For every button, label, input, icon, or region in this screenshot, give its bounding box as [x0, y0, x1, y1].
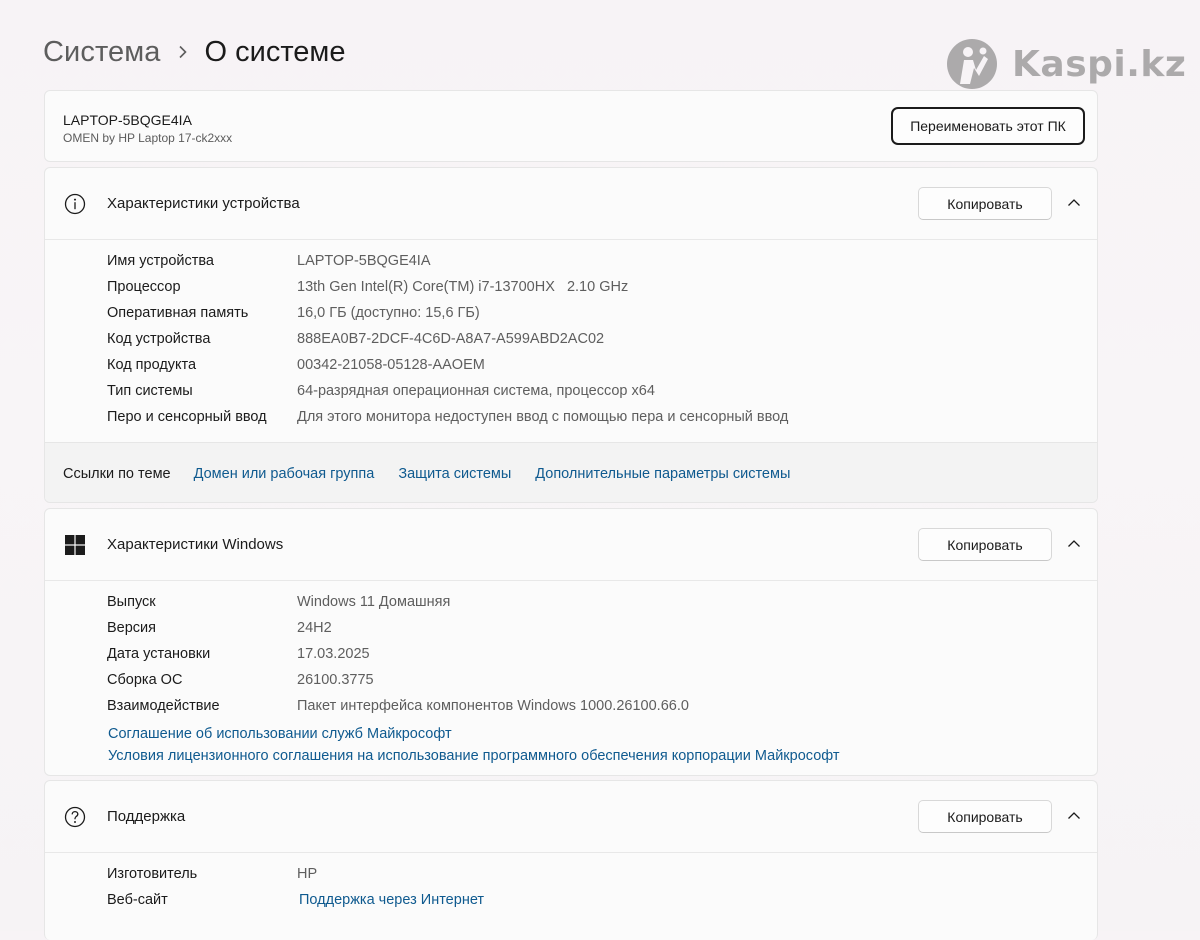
spec-row: Код продукта 00342-21058-05128-AAOEM	[107, 352, 788, 378]
spec-label: Оперативная память	[107, 305, 249, 321]
spec-row: Код устройства 888EA0B7-2DCF-4C6D-A8A7-A…	[107, 326, 788, 352]
spec-value: 00342-21058-05128-AAOEM	[297, 357, 485, 373]
spec-row: Перо и сенсорный ввод Для этого монитора…	[107, 404, 788, 430]
chevron-up-icon[interactable]	[1063, 805, 1085, 827]
spec-row: Сборка ОС 26100.3775	[107, 667, 689, 693]
spec-label: Сборка ОС	[107, 672, 183, 688]
spec-row: Тип системы 64-разрядная операционная си…	[107, 378, 788, 404]
spec-label: Изготовитель	[107, 866, 198, 882]
spec-value: Пакет интерфейса компонентов Windows 100…	[297, 698, 689, 714]
support-card: Поддержка Копировать Изготовитель HP Веб…	[44, 780, 1098, 940]
chevron-up-icon[interactable]	[1063, 192, 1085, 214]
device-specs-header[interactable]: Характеристики устройства Копировать	[45, 168, 1097, 240]
advanced-system-settings-link[interactable]: Дополнительные параметры системы	[535, 466, 790, 482]
windows-specs-card: Характеристики Windows Копировать Выпуск…	[44, 508, 1098, 776]
spec-label: Перо и сенсорный ввод	[107, 409, 267, 425]
domain-workgroup-link[interactable]: Домен или рабочая группа	[194, 466, 375, 482]
spec-value: 16,0 ГБ (доступно: 15,6 ГБ)	[297, 305, 480, 321]
windows-logo-icon	[63, 533, 87, 557]
spec-value: 888EA0B7-2DCF-4C6D-A8A7-A599ABD2AC02	[297, 331, 605, 347]
chevron-up-icon[interactable]	[1063, 533, 1085, 555]
related-links-title: Ссылки по теме	[63, 465, 171, 482]
kaspi-logo-icon	[947, 39, 997, 89]
copy-device-specs-button[interactable]: Копировать	[918, 187, 1052, 220]
spec-label: Имя устройства	[107, 253, 214, 269]
info-icon	[63, 192, 87, 216]
spec-label: Процессор	[107, 279, 181, 295]
pc-name: LAPTOP-5BQGE4IA	[63, 112, 192, 128]
copy-support-button[interactable]: Копировать	[918, 800, 1052, 833]
spec-label: Дата установки	[107, 646, 211, 662]
spec-row: Веб-сайт Поддержка через Интернет	[107, 887, 484, 913]
spec-row: Изготовитель HP	[107, 861, 484, 887]
watermark-logo: Kaspi.kz	[946, 38, 1186, 90]
spec-value: 64-разрядная операционная система, проце…	[297, 383, 655, 399]
spec-label: Выпуск	[107, 594, 156, 610]
help-icon	[63, 805, 87, 829]
spec-value: LAPTOP-5BQGE4IA	[297, 253, 431, 269]
spec-row: Дата установки 17.03.2025	[107, 641, 689, 667]
watermark-text: Kaspi.kz	[1012, 43, 1187, 85]
microsoft-services-agreement-link[interactable]: Соглашение об использовании служб Майкро…	[108, 723, 840, 745]
windows-specs-list: Выпуск Windows 11 Домашняя Версия 24H2 Д…	[107, 589, 689, 719]
spec-value: Для этого монитора недоступен ввод с пом…	[297, 409, 789, 425]
spec-label: Веб-сайт	[107, 892, 168, 908]
spec-row: Версия 24H2	[107, 615, 689, 641]
spec-row: Имя устройства LAPTOP-5BQGE4IA	[107, 248, 788, 274]
microsoft-software-license-terms-link[interactable]: Условия лицензионного соглашения на испо…	[108, 745, 840, 767]
spec-label: Код устройства	[107, 331, 211, 347]
support-website-link[interactable]: Поддержка через Интернет	[297, 892, 484, 908]
spec-value: 13th Gen Intel(R) Core(TM) i7-13700HX 2.…	[297, 279, 629, 295]
spec-value: HP	[297, 866, 318, 882]
pc-name-card: LAPTOP-5BQGE4IA OMEN by HP Laptop 17-ck2…	[44, 90, 1098, 162]
spec-row: Процессор 13th Gen Intel(R) Core(TM) i7-…	[107, 274, 788, 300]
spec-value: 24H2	[297, 620, 332, 636]
spec-row: Оперативная память 16,0 ГБ (доступно: 15…	[107, 300, 788, 326]
device-specs-title: Характеристики устройства	[107, 195, 300, 212]
support-header[interactable]: Поддержка Копировать	[45, 781, 1097, 853]
spec-label: Код продукта	[107, 357, 197, 373]
spec-label: Тип системы	[107, 383, 193, 399]
spec-row: Взаимодействие Пакет интерфейса компонен…	[107, 693, 689, 719]
spec-label: Взаимодействие	[107, 698, 220, 714]
breadcrumb-parent[interactable]: Система	[43, 36, 161, 69]
rename-pc-button[interactable]: Переименовать этот ПК	[891, 107, 1085, 145]
breadcrumb: Система О системе	[43, 32, 345, 72]
windows-specs-title: Характеристики Windows	[107, 536, 284, 553]
copy-windows-specs-button[interactable]: Копировать	[918, 528, 1052, 561]
windows-specs-header[interactable]: Характеристики Windows Копировать	[45, 509, 1097, 581]
chevron-right-icon	[161, 32, 205, 72]
device-specs-list: Имя устройства LAPTOP-5BQGE4IA Процессор…	[107, 248, 788, 430]
device-specs-card: Характеристики устройства Копировать Имя…	[44, 167, 1098, 503]
related-links-bar: Ссылки по теме Домен или рабочая группа …	[45, 442, 1097, 502]
spec-row: Выпуск Windows 11 Домашняя	[107, 589, 689, 615]
spec-value: 26100.3775	[297, 672, 374, 688]
support-list: Изготовитель HP Веб-сайт Поддержка через…	[107, 861, 484, 913]
spec-value: Windows 11 Домашняя	[297, 594, 451, 610]
support-title: Поддержка	[107, 808, 186, 825]
page-title: О системе	[204, 35, 346, 68]
system-protection-link[interactable]: Защита системы	[398, 466, 511, 482]
spec-label: Версия	[107, 620, 157, 636]
pc-model: OMEN by HP Laptop 17-ck2xxx	[63, 131, 233, 145]
spec-value: 17.03.2025	[297, 646, 370, 662]
windows-links: Соглашение об использовании служб Майкро…	[108, 723, 840, 767]
